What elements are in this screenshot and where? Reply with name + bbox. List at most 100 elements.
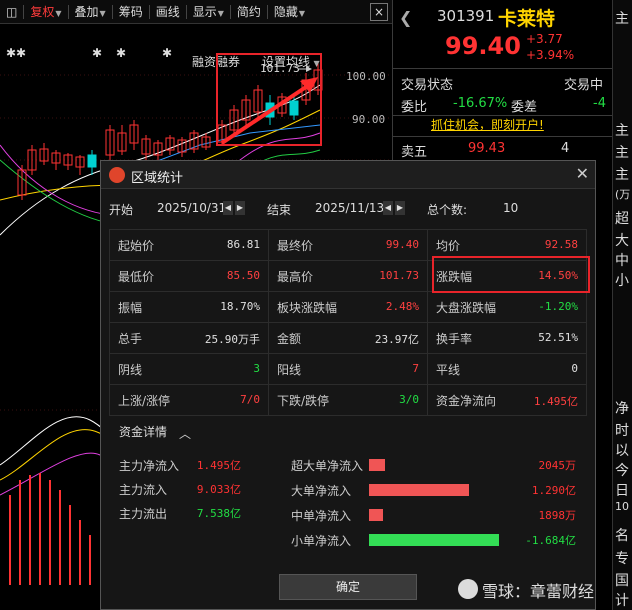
stat-label: 下跌/跌停: [277, 393, 330, 408]
flow-label: 小单净流入: [291, 534, 352, 548]
stat-label: 最低价: [118, 269, 155, 284]
side-panel-text: 主: [615, 11, 629, 27]
flow-value: -1.684亿: [525, 534, 576, 547]
fund-label: 主力净流入: [119, 459, 180, 473]
simple-mode-button[interactable]: 简约: [231, 0, 267, 24]
ok-button[interactable]: 确定: [279, 574, 417, 600]
end-date[interactable]: 2025/11/13: [315, 201, 384, 215]
start-date[interactable]: 2025/10/31: [157, 201, 226, 215]
toolbar-expand-icon[interactable]: ◫: [0, 0, 23, 24]
count-value: 10: [503, 201, 519, 215]
stats-cell: 大盘涨跌幅 -1.20%: [427, 291, 587, 323]
hide-dropdown[interactable]: 隐藏▼: [268, 0, 311, 24]
stat-label: 板块涨跌幅: [277, 300, 338, 315]
side-panel-text: 主: [615, 167, 629, 183]
weicha-value: -4: [593, 96, 606, 111]
fund-value: 1.495亿: [196, 459, 241, 472]
chevron-down-icon: ▼: [217, 8, 224, 18]
stat-value: 52.51%: [538, 331, 578, 344]
stats-cell: 板块涨跌幅 2.48%: [268, 291, 428, 323]
dialog-title: 区域统计: [131, 171, 184, 186]
weibi-value: -16.67%: [453, 96, 508, 111]
side-panel-text: 名: [615, 528, 629, 544]
funds-detail-header[interactable]: 资金详情: [119, 423, 167, 440]
fuquan-dropdown[interactable]: 复权▼: [24, 0, 67, 24]
stats-row: 阴线 3 阳线 7 平线 0: [109, 353, 587, 385]
stats-cell: 阴线 3: [109, 353, 269, 385]
side-panel-text: 大: [615, 233, 629, 249]
stats-cell: 平线 0: [427, 353, 587, 385]
region-stats-dialog: 区域统计 ✕ 开始 2025/10/31 ◀ ▶ 结束 2025/11/13 ◀…: [100, 160, 596, 610]
stat-value: 1.495亿: [533, 395, 578, 408]
stats-cell: 总手 25.90万手: [109, 322, 269, 354]
stat-label: 平线: [436, 362, 461, 377]
stat-label: 均价: [436, 238, 461, 253]
stat-value: 25.90万手: [204, 333, 260, 346]
ask5-volume: 4: [561, 141, 570, 156]
snowball-logo-icon: [458, 579, 478, 599]
close-icon[interactable]: ×: [370, 3, 388, 21]
fund-value: 9.033亿: [196, 483, 241, 496]
stat-label: 起始价: [118, 238, 155, 253]
quote-header: ❮ 301391 卡莱特 99.40 +3.77 +3.94%: [393, 0, 613, 68]
stats-cell: 振幅 18.70%: [109, 291, 269, 323]
stat-label: 上涨/涨停: [118, 393, 171, 408]
stats-cell: 起始价 86.81: [109, 229, 269, 261]
stat-value: 18.70%: [220, 300, 260, 313]
open-account-link[interactable]: 抓住机会，即刻开户!: [431, 116, 544, 133]
fund-label: 主力流出: [119, 507, 168, 521]
svg-text:✱✱: ✱✱: [6, 46, 26, 60]
chip-button[interactable]: 筹码: [113, 0, 149, 24]
stats-row: 振幅 18.70% 板块涨跌幅 2.48% 大盘涨跌幅 -1.20%: [109, 291, 587, 323]
stat-label: 资金净流向: [436, 393, 497, 408]
stat-label: 总手: [118, 331, 143, 346]
stats-cell: 最高价 101.73: [268, 260, 428, 292]
price-axis-label: 100.00: [346, 70, 386, 83]
stock-name: 卡莱特: [498, 8, 556, 30]
stat-label: 大盘涨跌幅: [436, 300, 497, 315]
chevron-down-icon: ▼: [55, 8, 62, 18]
chevron-left-icon[interactable]: ❮: [399, 8, 412, 27]
chevron-up-icon[interactable]: ︿: [179, 425, 191, 442]
svg-text:✱: ✱: [162, 46, 172, 60]
divider: [393, 68, 613, 69]
ask5-row: 卖五 99.43 4: [393, 139, 613, 160]
side-panel-text: 计: [615, 593, 629, 609]
stock-code: 301391: [437, 7, 495, 25]
end-next-icon[interactable]: ▶: [395, 201, 405, 215]
stats-cell: 上涨/涨停 7/0: [109, 384, 269, 416]
display-dropdown[interactable]: 显示▼: [187, 0, 230, 24]
display-label: 显示: [192, 4, 217, 19]
flow-label: 超大单净流入: [291, 459, 364, 473]
dialog-titlebar[interactable]: 区域统计 ✕: [101, 161, 595, 189]
price-change: +3.77 +3.94%: [526, 31, 574, 63]
overlay-dropdown[interactable]: 叠加▼: [69, 0, 112, 24]
draw-line-button[interactable]: 画线: [150, 0, 186, 24]
stat-value: 0: [571, 362, 578, 375]
chart-toolbar: ◫ 复权▼ 叠加▼ 筹码 画线 显示▼ 简约 隐藏▼ ×: [0, 0, 392, 24]
overlay-label: 叠加: [74, 4, 99, 19]
date-range-row: 开始 2025/10/31 ◀ ▶ 结束 2025/11/13 ◀ ▶ 总个数:…: [101, 197, 595, 219]
price-axis-label: 90.00: [352, 113, 386, 126]
count-label: 总个数:: [427, 203, 468, 217]
fuquan-label: 复权: [30, 4, 55, 19]
svg-text:✱: ✱: [116, 46, 126, 60]
end-prev-icon[interactable]: ◀: [383, 201, 393, 215]
start-next-icon[interactable]: ▶: [235, 201, 245, 215]
stat-value: 7: [412, 362, 419, 375]
side-panel-text: 小: [615, 273, 629, 289]
watermark: 雪球：章蕾财经: [458, 578, 594, 602]
flow-label: 中单净流入: [291, 509, 352, 523]
close-icon[interactable]: ✕: [576, 164, 589, 183]
stats-cell: 资金净流向 1.495亿: [427, 384, 587, 416]
stat-label: 最高价: [277, 269, 314, 284]
stat-value: 23.97亿: [374, 333, 419, 346]
last-price: 99.40: [445, 32, 521, 60]
side-panel-strip: 主 主 主 主 (万 超 大 中 小 净 时 以 今 日 10 名 专 国 计: [612, 0, 632, 610]
stats-cell: 阳线 7: [268, 353, 428, 385]
hide-label: 隐藏: [273, 4, 298, 19]
status-label: 交易状态: [401, 78, 454, 93]
start-prev-icon[interactable]: ◀: [223, 201, 233, 215]
flow-bar: [369, 484, 469, 496]
stat-label: 金额: [277, 331, 302, 346]
